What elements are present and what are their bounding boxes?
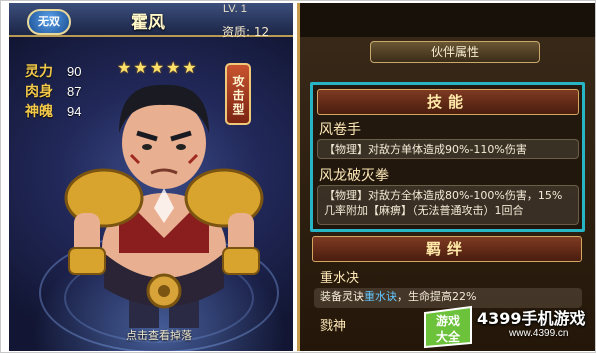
character-stats: 灵力 90 肉身 87 神魄 94 bbox=[25, 61, 81, 121]
skills-header: 技能 bbox=[317, 89, 579, 115]
skill-description: 【物理】对敌方单体造成90%-110%伤害 bbox=[317, 139, 579, 159]
skills-header-label: 技能 bbox=[426, 93, 469, 111]
stat-row-spirit: 灵力 90 bbox=[25, 61, 81, 81]
partner-attributes-panel: 伙伴属性 技能 风卷手 【物理】对敌方单体造成90%-110%伤害 风龙破灭拳 … bbox=[297, 3, 595, 351]
character-aptitude: 资质: 12 bbox=[222, 25, 270, 39]
star-icon: ★ bbox=[182, 58, 197, 77]
character-header-bar: 无双 霍风 LV. 1 资质: 12 bbox=[9, 3, 293, 39]
stat-value: 94 bbox=[67, 103, 82, 119]
watermark-logo: 游戏 大全 bbox=[424, 305, 472, 349]
bond-name: 戮神 bbox=[320, 319, 347, 334]
stat-label: 神魄 bbox=[25, 104, 53, 120]
view-drops-link[interactable]: 点击查看掉落 bbox=[99, 327, 219, 343]
bonds-header-label: 羁绊 bbox=[425, 240, 468, 258]
bond-desc-prefix: 装备灵诀 bbox=[320, 290, 364, 303]
svg-text:大全: 大全 bbox=[436, 329, 461, 344]
stat-value: 90 bbox=[67, 63, 82, 79]
site-watermark: 游戏 大全 4399手机游戏 www.4399.cn bbox=[421, 301, 595, 352]
stat-value: 87 bbox=[67, 83, 82, 99]
star-icon: ★ bbox=[166, 58, 181, 77]
watermark-url: www.4399.cn bbox=[509, 328, 569, 339]
character-level: LV. 1 bbox=[223, 3, 247, 15]
wushuang-badge[interactable]: 无双 bbox=[27, 9, 71, 35]
stat-row-body: 肉身 87 bbox=[25, 81, 81, 101]
svg-text:游戏: 游戏 bbox=[436, 313, 460, 328]
attack-type-tag: 攻击型 bbox=[225, 63, 251, 125]
star-icon: ★ bbox=[149, 58, 165, 77]
skills-section: 技能 风卷手 【物理】对敌方单体造成90%-110%伤害 风龙破灭拳 【物理】对… bbox=[310, 82, 585, 232]
stat-label: 灵力 bbox=[25, 64, 53, 80]
skill-description: 【物理】对敌方全体造成80%-100%伤害，15%几率附加【麻痹】（无法普通攻击… bbox=[317, 185, 579, 225]
star-icon: ★ bbox=[133, 58, 148, 77]
watermark-site-name: 4399手机游戏 bbox=[477, 309, 586, 328]
character-scene bbox=[9, 3, 293, 351]
panel-top-strip bbox=[300, 3, 595, 37]
bond-desc-highlight: 重水诀 bbox=[364, 290, 397, 303]
stat-label: 肉身 bbox=[25, 84, 53, 100]
skill-name: 风卷手 bbox=[319, 122, 361, 138]
star-rating: ★ ★ ★ ★ ★ bbox=[117, 58, 197, 77]
star-icon: ★ bbox=[117, 58, 132, 77]
stat-row-soul: 神魄 94 bbox=[25, 101, 81, 121]
panel-title: 伙伴属性 bbox=[370, 41, 540, 63]
character-name: 霍风 bbox=[131, 13, 165, 33]
bond-name: 重水决 bbox=[320, 271, 360, 286]
bonds-header: 羁绊 bbox=[312, 236, 582, 262]
game-screenshot: 无双 霍风 LV. 1 资质: 12 灵力 90 肉身 87 神魄 94 ★ ★… bbox=[0, 0, 596, 353]
skill-name: 风龙破灭拳 bbox=[319, 168, 389, 184]
